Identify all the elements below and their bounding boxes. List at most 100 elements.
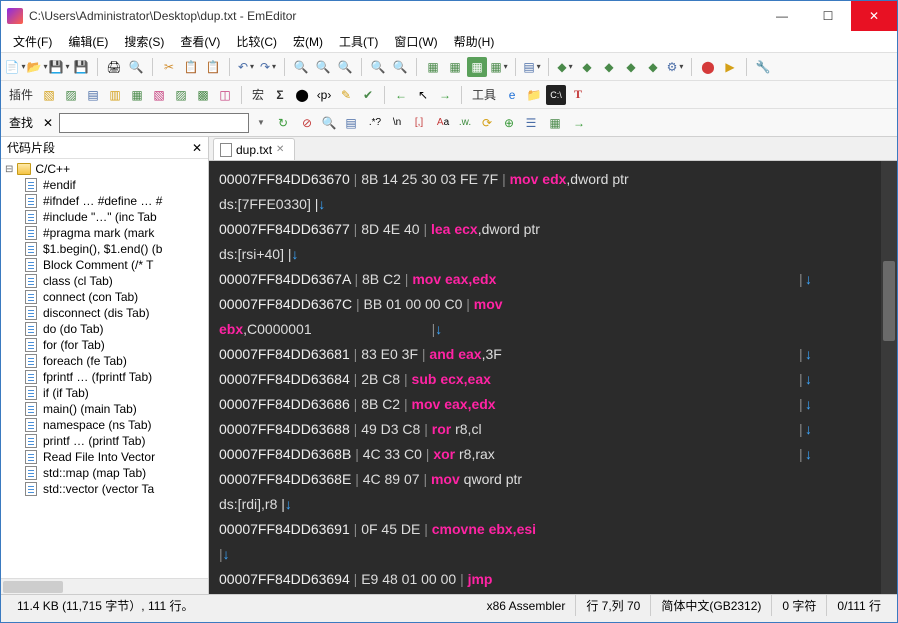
snippet-item[interactable]: disconnect (dis Tab) bbox=[1, 305, 208, 321]
menu-search[interactable]: 搜索(S) bbox=[116, 31, 172, 52]
go-forward-button[interactable]: → bbox=[435, 85, 455, 105]
snippet-item[interactable]: if (if Tab) bbox=[1, 385, 208, 401]
vertical-scrollbar[interactable] bbox=[881, 161, 897, 594]
plugin-4[interactable]: ▥ bbox=[105, 85, 125, 105]
stop-macro-button[interactable]: ▶ bbox=[720, 57, 740, 77]
snippet-item[interactable]: do (do Tab) bbox=[1, 321, 208, 337]
plugin-3[interactable]: ▤ bbox=[83, 85, 103, 105]
record-macro-button[interactable]: ⬤ bbox=[698, 57, 718, 77]
menu-view[interactable]: 查看(V) bbox=[172, 31, 228, 52]
macro-rec[interactable]: ⬤ bbox=[292, 85, 312, 105]
replace-in-files-button[interactable]: 🔍 bbox=[390, 57, 410, 77]
go-button[interactable]: → bbox=[569, 113, 589, 133]
print-preview-button[interactable]: 🔍 bbox=[126, 57, 146, 77]
snippet-item[interactable]: std::vector (vector Ta bbox=[1, 481, 208, 497]
snippet-item[interactable]: fprintf … (fprintf Tab) bbox=[1, 369, 208, 385]
save-button[interactable]: 💾 bbox=[49, 57, 69, 77]
paste-button[interactable]: 📋 bbox=[203, 57, 223, 77]
macro-p[interactable]: ‹p› bbox=[314, 85, 334, 105]
ie-icon[interactable]: e bbox=[502, 85, 522, 105]
find-list-button[interactable]: ▤ bbox=[341, 113, 361, 133]
find-up-button[interactable]: 🔍 bbox=[319, 113, 339, 133]
snippet-item[interactable]: #include "…" (inc Tab bbox=[1, 209, 208, 225]
bookmark-list-button[interactable]: ◆ bbox=[643, 57, 663, 77]
extract-button[interactable]: ▦ bbox=[545, 113, 565, 133]
tab-dup[interactable]: dup.txt ✕ bbox=[213, 138, 295, 160]
tab-close-icon[interactable]: ✕ bbox=[276, 144, 284, 155]
editor-content[interactable]: 00007FF84DD63670 | 8B 14 25 30 03 FE 7F … bbox=[209, 161, 897, 594]
snippet-item[interactable]: std::map (map Tab) bbox=[1, 465, 208, 481]
undo-button[interactable]: ↶ bbox=[236, 57, 256, 77]
bookmark-prev-button[interactable]: ◆ bbox=[577, 57, 597, 77]
plugin-5[interactable]: ▦ bbox=[127, 85, 147, 105]
bookmark-matches-button[interactable]: ☰ bbox=[521, 113, 541, 133]
plugin-7[interactable]: ▨ bbox=[171, 85, 191, 105]
normal-mode-button[interactable]: ▦ bbox=[489, 57, 509, 77]
bookmark-next-button[interactable]: ◆ bbox=[599, 57, 619, 77]
find-input[interactable] bbox=[59, 113, 249, 133]
plugin-2[interactable]: ▨ bbox=[61, 85, 81, 105]
snippet-item[interactable]: Read File Into Vector bbox=[1, 449, 208, 465]
snippet-item[interactable]: printf … (printf Tab) bbox=[1, 433, 208, 449]
new-button[interactable]: 📄 bbox=[5, 57, 25, 77]
snippet-item[interactable]: #pragma mark (mark bbox=[1, 225, 208, 241]
replace-button[interactable]: 🔍 bbox=[335, 57, 355, 77]
snippet-item[interactable]: for (for Tab) bbox=[1, 337, 208, 353]
maximize-button[interactable]: ☐ bbox=[805, 1, 851, 31]
filter-button[interactable]: ▤ bbox=[522, 57, 542, 77]
snippets-close-button[interactable]: ✕ bbox=[192, 141, 202, 155]
macro-edit[interactable]: ✎ bbox=[336, 85, 356, 105]
redo-button[interactable]: ↷ bbox=[258, 57, 278, 77]
go-back-button[interactable]: ← bbox=[391, 85, 411, 105]
menu-macro[interactable]: 宏(M) bbox=[285, 31, 331, 52]
find-close-button[interactable]: ✕ bbox=[39, 116, 57, 130]
menu-edit[interactable]: 编辑(E) bbox=[60, 31, 116, 52]
snippet-item[interactable]: Block Comment (/* T bbox=[1, 257, 208, 273]
target-button[interactable]: ⊕ bbox=[499, 113, 519, 133]
macro-run[interactable]: ✔ bbox=[358, 85, 378, 105]
font-icon[interactable]: T bbox=[568, 85, 588, 105]
find-abort-button[interactable]: ⊘ bbox=[297, 113, 317, 133]
bookmark-button[interactable]: ◆ bbox=[555, 57, 575, 77]
plugin-6[interactable]: ▧ bbox=[149, 85, 169, 105]
menu-file[interactable]: 文件(F) bbox=[5, 31, 60, 52]
config-button[interactable]: ⚙ bbox=[665, 57, 685, 77]
open-button[interactable]: 📂 bbox=[27, 57, 47, 77]
plugin-9[interactable]: ◫ bbox=[215, 85, 235, 105]
find-dropdown-button[interactable]: ▼ bbox=[251, 113, 271, 133]
snippet-item[interactable]: main() (main Tab) bbox=[1, 401, 208, 417]
minimize-button[interactable]: — bbox=[759, 1, 805, 31]
menu-compare[interactable]: 比较(C) bbox=[228, 31, 285, 52]
snippet-item[interactable]: #ifndef … #define … # bbox=[1, 193, 208, 209]
copy-button[interactable]: 📋 bbox=[181, 57, 201, 77]
cmd-icon[interactable]: C:\ bbox=[546, 85, 566, 105]
incremental-button[interactable]: ⟳ bbox=[477, 113, 497, 133]
menu-tools[interactable]: 工具(T) bbox=[331, 31, 386, 52]
cut-button[interactable]: ✂ bbox=[159, 57, 179, 77]
snippet-item[interactable]: connect (con Tab) bbox=[1, 289, 208, 305]
dsv-button[interactable]: ▦ bbox=[467, 57, 487, 77]
number-range-button[interactable]: [,] bbox=[409, 113, 429, 133]
snippet-item[interactable]: namespace (ns Tab) bbox=[1, 417, 208, 433]
bookmark-clear-button[interactable]: ◆ bbox=[621, 57, 641, 77]
cursor-icon[interactable]: ↖ bbox=[413, 85, 433, 105]
close-button[interactable]: ✕ bbox=[851, 1, 897, 31]
snippet-item[interactable]: foreach (fe Tab) bbox=[1, 353, 208, 369]
find-button[interactable]: 🔍 bbox=[291, 57, 311, 77]
snippet-item[interactable]: class (cl Tab) bbox=[1, 273, 208, 289]
find-prev-button[interactable]: 🔍 bbox=[313, 57, 333, 77]
escape-button[interactable]: \n bbox=[387, 113, 407, 133]
tsv-button[interactable]: ▦ bbox=[445, 57, 465, 77]
snippet-item[interactable]: #endif bbox=[1, 177, 208, 193]
csv-button[interactable]: ▦ bbox=[423, 57, 443, 77]
print-button[interactable]: 🖨 bbox=[104, 57, 124, 77]
save-all-button[interactable]: 💾 bbox=[71, 57, 91, 77]
tree-root[interactable]: C/C++ bbox=[1, 161, 208, 177]
sidebar-hscroll[interactable] bbox=[1, 578, 208, 594]
plugin-8[interactable]: ▩ bbox=[193, 85, 213, 105]
word-button[interactable]: .w. bbox=[455, 113, 475, 133]
sum-button[interactable]: Σ bbox=[270, 85, 290, 105]
find-in-files-button[interactable]: 🔍 bbox=[368, 57, 388, 77]
case-button[interactable]: Aa bbox=[433, 113, 453, 133]
properties-button[interactable]: 🔧 bbox=[753, 57, 773, 77]
